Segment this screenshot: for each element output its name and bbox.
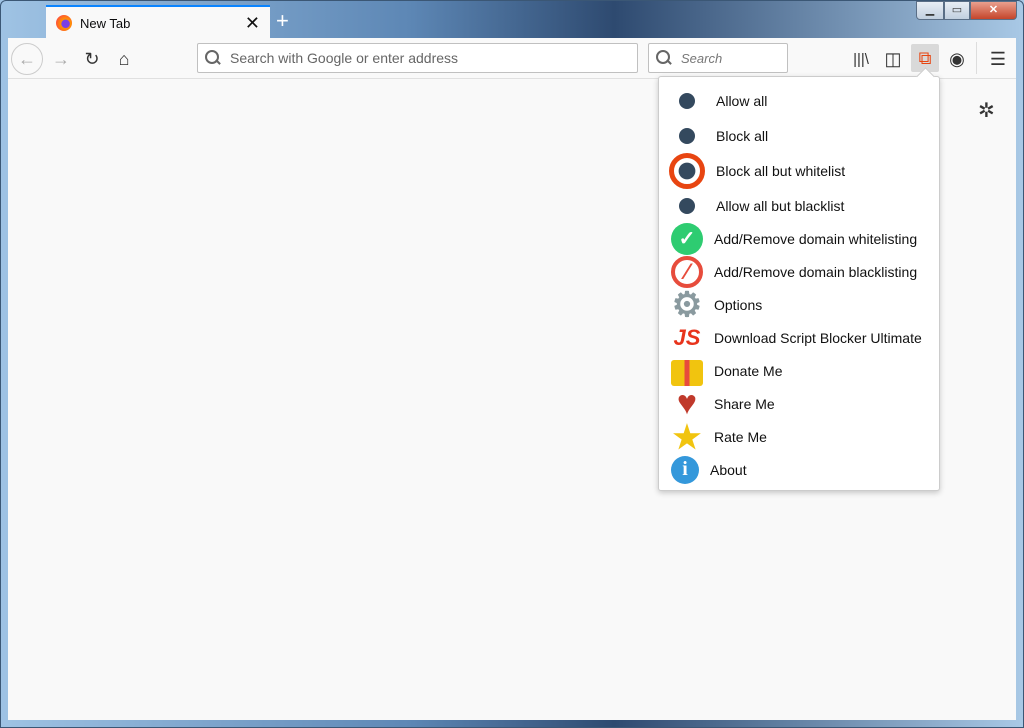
- maximize-button[interactable]: ▭: [944, 1, 970, 20]
- search-box[interactable]: Search: [648, 43, 788, 73]
- forward-button[interactable]: →: [48, 46, 74, 72]
- account-icon[interactable]: ◉: [944, 46, 970, 72]
- script-blocker-popup: Allow all Block all Block all but whitel…: [658, 76, 940, 491]
- radio-selected-icon: [669, 152, 705, 189]
- gear-icon: ⚙: [671, 285, 703, 324]
- tab-bar: New Tab ✕ + ▁ ▭ ✕: [0, 0, 1024, 39]
- firefox-icon: [56, 15, 72, 31]
- star-icon: ★: [672, 418, 702, 455]
- toolbar-divider: [976, 42, 977, 74]
- item-label: Share Me: [714, 395, 775, 412]
- item-label: Options: [714, 296, 763, 313]
- close-window-button[interactable]: ✕: [970, 1, 1017, 20]
- tab-title: New Tab: [80, 15, 131, 31]
- tab-new-tab[interactable]: New Tab ✕: [46, 5, 270, 39]
- item-label: Add/Remove domain whitelisting: [714, 230, 918, 247]
- menu-item-share[interactable]: ♥ Share Me: [659, 384, 939, 422]
- item-label: Donate Me: [714, 362, 783, 379]
- menu-item-blacklisting[interactable]: ⁄ Add/Remove domain blacklisting: [659, 255, 939, 288]
- item-label: Block all: [716, 127, 769, 144]
- reload-button[interactable]: ↻: [79, 46, 105, 72]
- item-label: Allow all but blacklist: [716, 197, 845, 214]
- item-label: Block all but whitelist: [716, 162, 846, 179]
- menu-item-rate[interactable]: ★ Rate Me: [659, 418, 939, 455]
- menu-item-about[interactable]: i About: [659, 453, 939, 486]
- radio-dot-icon: [679, 197, 695, 214]
- js-icon: JS: [673, 324, 701, 350]
- url-placeholder: Search with Google or enter address: [230, 50, 459, 66]
- search-icon: [204, 49, 222, 67]
- item-label: Download Script Blocker Ultimate: [714, 329, 922, 346]
- new-tab-button[interactable]: +: [276, 8, 289, 34]
- gear-icon[interactable]: ✲: [978, 98, 995, 123]
- menu-item-donate[interactable]: Donate Me: [659, 354, 939, 387]
- check-circle-icon: ✓: [671, 222, 703, 255]
- url-bar[interactable]: Search with Google or enter address: [197, 43, 638, 73]
- library-icon[interactable]: |||\: [848, 46, 874, 72]
- info-icon: i: [671, 455, 699, 484]
- menu-item-download[interactable]: JS Download Script Blocker Ultimate: [659, 321, 939, 354]
- radio-dot-icon: [679, 127, 695, 144]
- gift-icon: [671, 359, 703, 386]
- close-tab-icon[interactable]: ✕: [245, 13, 260, 34]
- block-icon: ⁄: [671, 255, 703, 288]
- item-label: About: [710, 461, 747, 478]
- heart-icon: ♥: [676, 384, 698, 422]
- menu-item-options[interactable]: ⚙ Options: [659, 285, 939, 324]
- home-button[interactable]: ⌂: [111, 46, 137, 72]
- item-label: Allow all: [716, 92, 768, 109]
- sidebar-icon[interactable]: ◫: [880, 46, 906, 72]
- menu-icon[interactable]: ☰: [985, 46, 1011, 72]
- item-label: Rate Me: [714, 428, 767, 445]
- menu-item-allow-all-but-blacklist[interactable]: Allow all but blacklist: [659, 188, 939, 223]
- item-label: Add/Remove domain blacklisting: [714, 263, 918, 280]
- radio-dot-icon: [679, 92, 695, 109]
- menu-item-block-all[interactable]: Block all: [659, 118, 939, 153]
- search-icon: [655, 49, 673, 67]
- menu-item-allow-all[interactable]: Allow all: [659, 83, 939, 118]
- navigation-toolbar: ← → ↻ ⌂ Search with Google or enter addr…: [8, 38, 1016, 79]
- minimize-button[interactable]: ▁: [916, 1, 944, 20]
- search-placeholder: Search: [681, 50, 723, 66]
- menu-item-whitelisting[interactable]: ✓ Add/Remove domain whitelisting: [659, 222, 939, 255]
- menu-item-block-all-but-whitelist[interactable]: Block all but whitelist: [659, 152, 939, 189]
- back-button[interactable]: ←: [11, 43, 43, 75]
